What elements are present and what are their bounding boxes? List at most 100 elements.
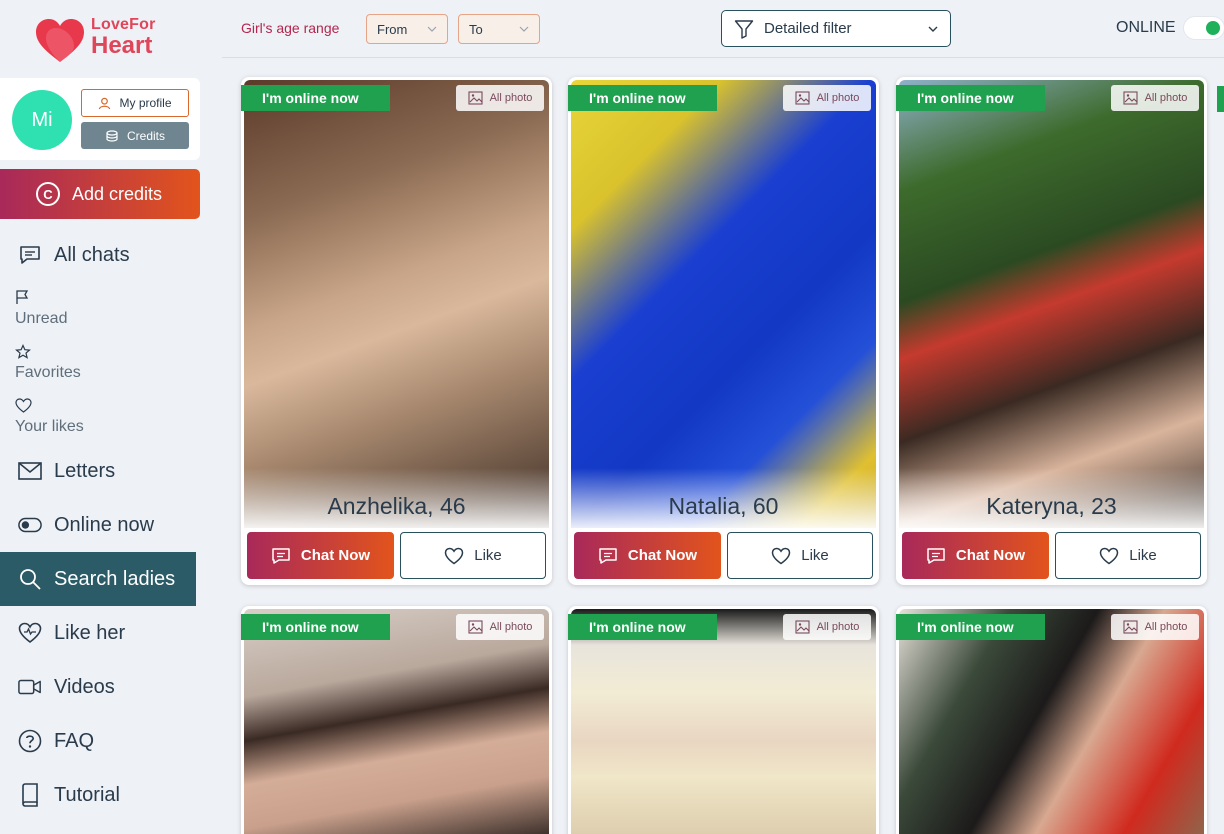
logo[interactable]: LoveFor Heart — [34, 14, 174, 62]
nav-online-now[interactable]: Online now — [0, 498, 196, 552]
nav-label: Tutorial — [54, 783, 120, 806]
nav-favorites[interactable]: Favorites — [15, 344, 175, 388]
envelope-icon — [18, 459, 42, 483]
image-icon — [468, 91, 483, 105]
online-badge: I'm online now — [568, 85, 717, 111]
nav-label: Videos — [54, 675, 115, 698]
lady-card: I'm online now All photo — [241, 606, 552, 834]
all-photo-label: All photo — [1144, 621, 1188, 633]
all-photo-label: All photo — [489, 92, 533, 104]
heart-pulse-icon — [18, 621, 42, 645]
nav-letters[interactable]: Letters — [0, 444, 196, 498]
image-icon — [795, 620, 810, 634]
flag-icon — [15, 290, 175, 310]
nav-faq[interactable]: FAQ — [0, 714, 196, 768]
all-photo-label: All photo — [1144, 92, 1188, 104]
search-icon — [18, 567, 42, 591]
online-badge: I'm online now — [896, 85, 1045, 111]
nav-label: Letters — [54, 459, 116, 482]
age-range-label: Girl's age range — [241, 20, 340, 36]
lady-card: Natalia, 60 I'm online now All photo Cha… — [568, 77, 879, 585]
online-filter-label: ONLINE — [1116, 19, 1176, 36]
all-photo-button[interactable]: All photo — [456, 614, 544, 640]
lady-card: Kateryna, 23 I'm online now All photo Ch… — [896, 77, 1207, 585]
like-label: Like — [474, 547, 502, 564]
star-icon — [15, 344, 175, 364]
my-profile-label: My profile — [119, 96, 172, 110]
all-photo-label: All photo — [816, 621, 860, 633]
detailed-filter-dropdown[interactable]: Detailed filter — [721, 10, 951, 47]
like-button[interactable]: Like — [400, 532, 546, 579]
profile-box: Mi My profile Credits — [0, 78, 200, 160]
nav-videos[interactable]: Videos — [0, 660, 196, 714]
avatar-initials: Mi — [31, 108, 53, 131]
chat-now-button[interactable]: Chat Now — [902, 532, 1049, 579]
lady-card: I'm online now All photo — [896, 606, 1207, 834]
lady-name: Kateryna, 23 — [899, 468, 1204, 528]
all-photo-button[interactable]: All photo — [456, 85, 544, 111]
nav-label: FAQ — [54, 729, 95, 752]
age-from-select[interactable]: From — [366, 14, 448, 44]
all-photo-button[interactable]: All photo — [1111, 85, 1199, 111]
heart-outline-icon — [771, 547, 791, 564]
chat-now-label: Chat Now — [955, 547, 1026, 564]
lady-photo[interactable]: Anzhelika, 46 — [244, 80, 549, 528]
my-profile-button[interactable]: My profile — [81, 89, 189, 117]
all-photo-button[interactable]: All photo — [783, 85, 871, 111]
online-toggle[interactable] — [1184, 17, 1224, 39]
book-icon — [18, 783, 42, 807]
lady-card: Anzhelika, 46 I'm online now All photo C… — [241, 77, 552, 585]
image-icon — [1123, 91, 1138, 105]
image-icon — [468, 620, 483, 634]
coin-icon: C — [36, 182, 60, 206]
avatar[interactable]: Mi — [12, 90, 72, 150]
nav-all-chats[interactable]: All chats — [0, 228, 196, 282]
all-photo-label: All photo — [816, 92, 860, 104]
like-label: Like — [1129, 547, 1157, 564]
nav-label: Like her — [54, 621, 126, 644]
credits-label: Credits — [126, 128, 165, 143]
chevron-down-icon — [519, 26, 529, 32]
next-card-edge — [1217, 86, 1224, 112]
lady-photo[interactable] — [244, 609, 549, 834]
image-icon — [795, 91, 810, 105]
all-photo-button[interactable]: All photo — [1111, 614, 1199, 640]
chat-now-button[interactable]: Chat Now — [574, 532, 721, 579]
like-button[interactable]: Like — [727, 532, 873, 579]
online-badge: I'm online now — [896, 614, 1045, 640]
logo-text-bottom: Heart — [91, 32, 153, 59]
lady-photo[interactable]: Kateryna, 23 — [899, 80, 1204, 528]
heart-outline-icon — [15, 398, 175, 418]
all-photo-button[interactable]: All photo — [783, 614, 871, 640]
lady-photo[interactable]: Natalia, 60 — [571, 80, 876, 528]
online-badge: I'm online now — [241, 85, 390, 111]
heart-outline-icon — [444, 547, 464, 564]
nav-search-ladies[interactable]: Search ladies — [0, 552, 196, 606]
credits-button[interactable]: Credits — [81, 122, 189, 149]
toggle-knob — [1206, 21, 1220, 35]
nav-label: Your likes — [15, 418, 84, 435]
question-icon — [18, 729, 42, 753]
heart-logo-icon — [36, 19, 84, 62]
lady-name: Anzhelika, 46 — [244, 468, 549, 528]
nav-label: Search ladies — [54, 567, 176, 590]
like-button[interactable]: Like — [1055, 532, 1201, 579]
chevron-down-icon — [928, 26, 938, 32]
age-to-select[interactable]: To — [458, 14, 540, 44]
add-credits-button[interactable]: C Add credits — [0, 169, 200, 219]
nav-label: Unread — [15, 310, 68, 327]
online-badge: I'm online now — [241, 614, 390, 640]
chat-now-button[interactable]: Chat Now — [247, 532, 394, 579]
nav-tutorial[interactable]: Tutorial — [0, 768, 196, 822]
filter-bar: Girl's age range From To Detailed filter… — [222, 0, 1224, 58]
chat-bubble-icon — [927, 547, 945, 564]
chat-bubble-icon — [272, 547, 290, 564]
nav-unread[interactable]: Unread — [15, 290, 175, 334]
nav-label: All chats — [54, 243, 130, 266]
lady-name: Natalia, 60 — [571, 468, 876, 528]
detailed-filter-label: Detailed filter — [764, 20, 852, 37]
nav-your-likes[interactable]: Your likes — [15, 398, 175, 442]
lady-photo[interactable] — [899, 609, 1204, 834]
nav-like-her[interactable]: Like her — [0, 606, 196, 660]
lady-photo[interactable] — [571, 609, 876, 834]
